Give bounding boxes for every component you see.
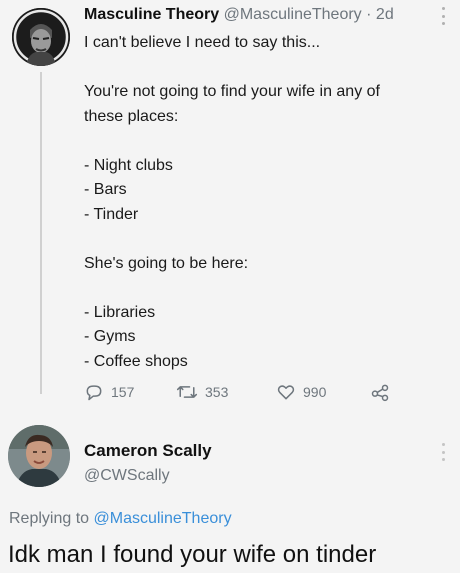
more-vertical-icon[interactable] bbox=[440, 443, 446, 461]
tweet-line: I can't believe I need to say this... bbox=[84, 34, 321, 51]
separator-dot: · bbox=[366, 6, 372, 23]
retweet-count: 353 bbox=[205, 384, 229, 400]
retweet-button[interactable]: 353 bbox=[176, 380, 228, 404]
tweet-timestamp[interactable]: 2d bbox=[376, 6, 394, 23]
reply-author-name[interactable]: Cameron Scally bbox=[84, 441, 212, 461]
like-count: 990 bbox=[303, 384, 327, 400]
tweet-line: You're not going to find your wife in an… bbox=[84, 83, 380, 100]
tweet-line: - Night clubs bbox=[84, 156, 173, 174]
tweet-header: Masculine Theory @MasculineTheory · 2d bbox=[84, 4, 434, 26]
retweet-icon bbox=[176, 386, 198, 398]
reply-author-avatar[interactable] bbox=[8, 425, 70, 487]
tweet-actions: 157 353 990 bbox=[84, 380, 404, 404]
reply-count: 157 bbox=[111, 384, 135, 400]
tweet-line: She's going to be here: bbox=[84, 254, 249, 272]
original-tweet: Masculine Theory @MasculineTheory · 2d I… bbox=[0, 0, 460, 402]
tweet-line: - Bars bbox=[84, 181, 127, 198]
tweet-line: - Gyms bbox=[84, 328, 136, 345]
tweet-body: I can't believe I need to say this... Yo… bbox=[84, 31, 444, 374]
reply-text: Idk man I found your wife on tinder bbox=[8, 541, 377, 568]
tweet-line: - Coffee shops bbox=[84, 352, 188, 370]
avatar-image bbox=[12, 8, 70, 66]
author-avatar[interactable] bbox=[12, 8, 70, 66]
author-name[interactable]: Masculine Theory bbox=[84, 6, 219, 23]
tweet-line: these places: bbox=[84, 107, 179, 125]
speech-bubble-icon bbox=[86, 385, 102, 401]
share-button[interactable] bbox=[370, 380, 390, 404]
heart-icon bbox=[277, 385, 295, 400]
tweet-line: - Tinder bbox=[84, 205, 139, 223]
replying-to: Replying to @MasculineTheory bbox=[9, 510, 232, 528]
more-vertical-icon[interactable] bbox=[440, 7, 446, 25]
reply-author-handle[interactable]: @CWScally bbox=[84, 467, 170, 485]
share-icon bbox=[371, 384, 389, 402]
reply-button[interactable]: 157 bbox=[84, 380, 134, 404]
tweet-line: - Libraries bbox=[84, 303, 156, 321]
replying-to-label: Replying to bbox=[9, 510, 90, 527]
like-button[interactable]: 990 bbox=[276, 380, 326, 404]
avatar-image bbox=[8, 425, 70, 487]
replying-to-mention[interactable]: @MasculineTheory bbox=[94, 510, 232, 527]
author-handle[interactable]: @MasculineTheory bbox=[224, 6, 362, 23]
thread-line bbox=[40, 72, 42, 394]
